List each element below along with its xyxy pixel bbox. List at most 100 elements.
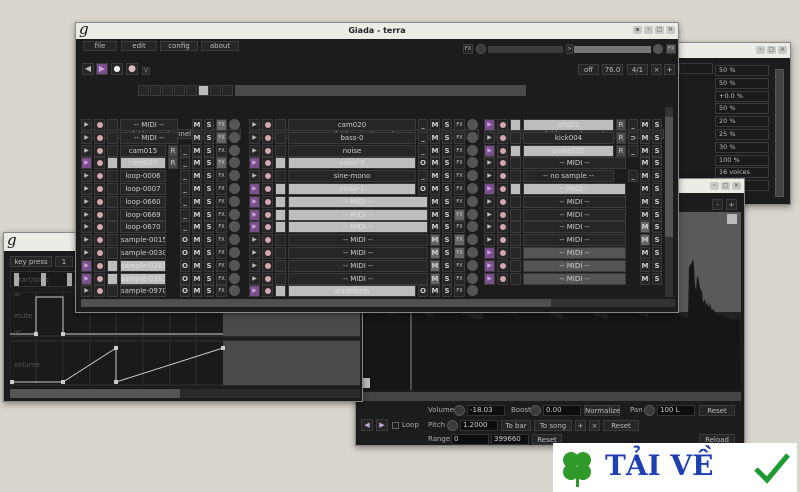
channel-mode-button[interactable]: _ [180,221,190,234]
rewind-button[interactable]: ◀ [82,63,94,75]
channel-play-button[interactable]: ▶ [484,157,495,170]
channel-arm-button[interactable] [262,157,273,170]
channel-name-button[interactable]: cam015 [120,144,166,157]
channel-fx-button[interactable]: FX [216,234,227,247]
boost-field[interactable]: 0.00 [543,405,581,416]
channel-arm-button[interactable] [262,131,273,144]
channel-arm-button[interactable] [94,195,105,208]
channel-mute-button[interactable]: M [192,144,202,157]
channel-mute-button[interactable]: M [430,119,440,131]
channel-arm-button[interactable] [262,221,273,234]
channel-play-button[interactable]: ▶ [81,208,92,221]
channel-mode-button[interactable]: _ [418,170,428,183]
channel-solo-button[interactable]: S [442,208,452,221]
channel-arm-button[interactable] [94,221,105,234]
channel-play-button[interactable]: ▶ [81,119,92,131]
maximize-icon[interactable]: □ [655,26,664,34]
channel-arm-button[interactable] [94,234,105,247]
channel-solo-button[interactable]: S [442,285,452,298]
pitch-double-button[interactable]: + [575,420,586,431]
channel-volume-knob[interactable] [229,170,241,182]
channel-arm-button[interactable] [497,170,508,183]
channel-name-button[interactable]: cam020 [288,119,416,131]
channel-name-button[interactable]: -- MIDI -- [523,157,626,170]
channel-play-button[interactable]: ▶ [484,247,495,259]
channel-arm-button[interactable] [262,195,273,208]
channel-volume-knob[interactable] [229,157,241,169]
channel-fx-button[interactable]: FX [454,259,465,272]
channel-solo-button[interactable]: S [442,170,452,183]
quantize-button[interactable]: off [578,64,599,75]
bpm-button[interactable]: 76.0 [602,64,623,75]
channel-name-button[interactable]: sh001 [523,119,614,131]
channel-arm-button[interactable] [94,144,105,157]
action-handle[interactable] [14,273,19,286]
channel-solo-button[interactable]: S [652,259,662,272]
channel-play-button[interactable]: ▶ [484,208,495,221]
channel-mute-button[interactable]: M [430,170,440,183]
channel-name-button[interactable]: loop-0669 [120,208,166,221]
pitch-field[interactable]: 1.2000 [460,420,498,431]
action-handle[interactable] [67,273,72,286]
channel-fx-button[interactable]: FX [454,170,465,183]
to-bar-button[interactable]: To bar [501,420,531,431]
channel-name-button[interactable]: noise-1 [288,183,416,195]
channel-arm-button[interactable] [497,247,508,259]
channel-solo-button[interactable]: S [652,208,662,221]
channel-arm-button[interactable] [94,183,105,195]
channel-volume-knob[interactable] [229,131,241,144]
channel-fx-button[interactable]: FX [454,234,465,247]
channel-volume-knob[interactable] [467,144,479,157]
channel-solo-button[interactable]: S [652,183,662,195]
channel-volume-knob[interactable] [467,195,479,208]
channel-volume-knob[interactable] [229,221,241,233]
channel-name-button[interactable]: noise [288,144,416,157]
channel-fx-button[interactable]: FX [454,208,465,221]
channel-play-button[interactable]: ▶ [484,272,495,285]
channel-mode-button[interactable]: O [180,285,190,298]
channel-fx-button[interactable]: FX [216,183,227,195]
channel-mute-button[interactable]: M [192,234,202,247]
channel-arm-button[interactable] [497,157,508,170]
input-volume-knob[interactable] [476,44,486,54]
pan-field[interactable]: 100 L [657,405,695,416]
channel-volume-knob[interactable] [467,131,479,144]
channel-mode-button[interactable]: O [180,272,190,285]
channel-mute-button[interactable]: M [430,247,440,259]
channel-volume-knob[interactable] [229,183,241,195]
close-icon[interactable]: × [778,46,787,54]
channel-play-button[interactable]: ▶ [81,144,92,157]
channel-name-button[interactable]: -- MIDI -- [523,259,626,272]
channel-arm-button[interactable] [94,272,105,285]
channel-solo-button[interactable]: S [204,221,214,234]
channel-read-actions-button[interactable]: R [616,144,626,157]
range-start-field[interactable]: 0 [451,434,489,445]
channel-play-button[interactable]: ▶ [81,170,92,183]
channel-mute-button[interactable]: M [430,221,440,234]
channel-solo-button[interactable]: S [442,144,452,157]
channel-solo-button[interactable]: S [442,131,452,144]
channel-arm-button[interactable] [262,208,273,221]
channel-volume-knob[interactable] [229,208,241,221]
channel-arm-button[interactable] [497,272,508,285]
prev-button[interactable]: ◀ [361,419,373,431]
channel-mute-button[interactable]: M [192,195,202,208]
channel-solo-button[interactable]: S [442,272,452,285]
channel-solo-button[interactable]: S [204,234,214,247]
config-value-field[interactable]: 50 % [715,103,769,115]
menu-config[interactable]: config [160,41,198,51]
channel-name-button[interactable]: waveform [288,285,416,298]
channel-mute-button[interactable]: M [640,259,650,272]
channel-fx-button[interactable]: FX [216,157,227,170]
channel-play-button[interactable]: ▶ [249,221,260,234]
channel-arm-button[interactable] [497,119,508,131]
channel-mute-button[interactable]: M [430,272,440,285]
channel-solo-button[interactable]: S [204,247,214,259]
minimize-icon[interactable]: ‑ [710,182,719,190]
channel-name-button[interactable]: -- MIDI -- [288,195,428,208]
channel-play-button[interactable]: ▶ [81,234,92,247]
channel-volume-knob[interactable] [229,247,241,259]
pitch-knob[interactable] [447,420,458,431]
channel-arm-button[interactable] [94,119,105,131]
channel-volume-knob[interactable] [467,234,479,246]
